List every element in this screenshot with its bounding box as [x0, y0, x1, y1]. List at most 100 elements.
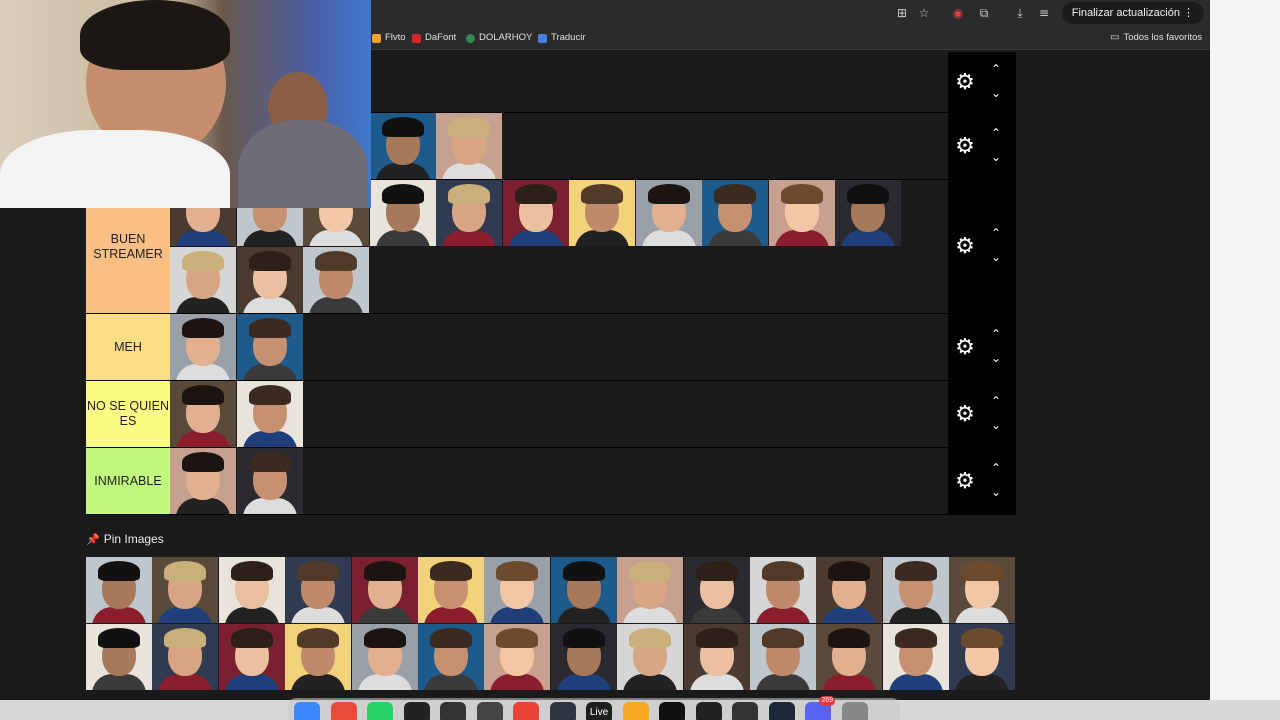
pin-image[interactable]	[949, 624, 1016, 690]
bookmark-dafont[interactable]: DaFont	[412, 31, 456, 45]
tier-item[interactable]	[170, 448, 236, 514]
pin-image[interactable]	[152, 624, 219, 690]
tier-item[interactable]	[369, 113, 436, 179]
download-icon[interactable]: ⤓	[1012, 5, 1028, 21]
move-up-icon[interactable]: ⌃	[988, 227, 1004, 239]
whatsapp-icon[interactable]	[367, 702, 393, 720]
pin-image[interactable]	[683, 557, 750, 623]
extensions-icon[interactable]: ⧉	[976, 5, 992, 21]
pin-image[interactable]	[750, 624, 816, 690]
move-down-icon[interactable]: ⌄	[988, 151, 1004, 163]
move-up-icon[interactable]: ⌃	[988, 462, 1004, 474]
translate-page-icon[interactable]: ⊞	[894, 5, 910, 21]
update-button[interactable]: Finalizar actualización ⋮	[1061, 2, 1204, 24]
pin-image[interactable]	[617, 624, 684, 690]
live-icon[interactable]: Live	[586, 702, 612, 720]
discord-icon[interactable]: 269	[805, 696, 835, 720]
chrome-icon[interactable]	[513, 702, 539, 720]
tier-item[interactable]	[369, 180, 436, 246]
move-down-icon[interactable]: ⌄	[988, 486, 1004, 498]
terminal-icon[interactable]	[732, 702, 758, 720]
gear-icon[interactable]: ⚙	[954, 470, 976, 493]
pin-image[interactable]	[86, 557, 152, 623]
fl-studio-icon[interactable]	[622, 702, 649, 720]
bookmark-dolarhoy[interactable]: DOLARHOY	[466, 31, 532, 45]
pin-image[interactable]	[484, 624, 551, 690]
gear-icon[interactable]: ⚙	[954, 135, 976, 158]
tier-item[interactable]	[303, 247, 369, 313]
gear-icon[interactable]: ⚙	[954, 236, 976, 258]
pin-image[interactable]	[882, 624, 949, 690]
obs-icon[interactable]	[549, 702, 576, 720]
pin-image[interactable]	[816, 557, 883, 623]
pin-image[interactable]	[550, 624, 617, 690]
finder-icon[interactable]	[294, 702, 320, 720]
move-down-icon[interactable]: ⌄	[988, 419, 1004, 431]
move-down-icon[interactable]: ⌄	[988, 352, 1004, 364]
tier-item[interactable]	[835, 180, 901, 246]
pin-image[interactable]	[882, 557, 949, 623]
tier-item[interactable]	[236, 247, 303, 313]
tier-item[interactable]	[236, 314, 303, 380]
pin-image[interactable]	[418, 557, 484, 623]
tile-hair	[762, 628, 804, 648]
move-up-icon[interactable]: ⌃	[988, 395, 1004, 407]
capcut-icon[interactable]	[403, 702, 430, 720]
tier-item[interactable]	[170, 247, 236, 313]
move-up-icon[interactable]: ⌃	[988, 328, 1004, 340]
trash-icon[interactable]	[841, 702, 868, 720]
move-up-icon[interactable]: ⌃	[988, 63, 1004, 75]
tier-label[interactable]: MEH	[86, 314, 170, 380]
tier-item[interactable]	[236, 448, 303, 514]
tier-item[interactable]	[170, 381, 236, 447]
bookmark-traducir[interactable]: Traducir	[538, 31, 586, 45]
tier-item[interactable]	[635, 180, 702, 246]
launchpad-icon[interactable]	[330, 702, 357, 720]
pin-image[interactable]	[285, 557, 352, 623]
tier-item[interactable]	[569, 180, 635, 246]
pin-image[interactable]	[152, 557, 219, 623]
pin-image[interactable]	[617, 557, 684, 623]
pin-image[interactable]	[750, 557, 816, 623]
waveform-icon[interactable]	[695, 702, 722, 720]
tier-item[interactable]	[768, 180, 835, 246]
move-down-icon[interactable]: ⌄	[988, 251, 1004, 263]
tier-item[interactable]	[502, 180, 569, 246]
tier-item[interactable]	[236, 381, 303, 447]
tier-item[interactable]	[170, 314, 236, 380]
pin-image[interactable]	[816, 624, 883, 690]
tier-label[interactable]: NO SE QUIEN ES	[86, 381, 170, 447]
mixer-icon[interactable]	[476, 702, 503, 720]
gear-icon[interactable]: ⚙	[954, 71, 976, 94]
steam-icon[interactable]	[768, 702, 795, 720]
bookmark-star-icon[interactable]: ☆	[916, 5, 932, 21]
pin-image[interactable]	[285, 624, 352, 690]
tier-item[interactable]	[436, 113, 502, 179]
pin-image[interactable]	[86, 624, 152, 690]
compass-icon[interactable]	[440, 702, 466, 720]
move-up-icon[interactable]: ⌃	[988, 127, 1004, 139]
tile-hair	[182, 452, 224, 472]
pin-image[interactable]	[418, 624, 484, 690]
pin-image[interactable]	[351, 557, 418, 623]
pin-image[interactable]	[218, 624, 285, 690]
tier-item[interactable]	[702, 180, 768, 246]
pin-image[interactable]	[218, 557, 285, 623]
pin-image[interactable]	[550, 557, 617, 623]
bookmark-flvto[interactable]: Flvto	[372, 31, 406, 45]
gear-icon[interactable]: ⚙	[954, 336, 976, 359]
pin-image[interactable]	[484, 557, 551, 623]
pin-image[interactable]	[351, 624, 418, 690]
tile-body	[623, 607, 678, 623]
more-menu-icon[interactable]: ⋮	[1183, 7, 1194, 19]
all-bookmarks[interactable]: ▭ Todos los favoritos	[1110, 31, 1202, 45]
pin-image[interactable]	[683, 624, 750, 690]
tidal-icon[interactable]	[659, 702, 685, 720]
gear-icon[interactable]: ⚙	[954, 403, 976, 426]
tier-item[interactable]	[436, 180, 502, 246]
record-icon[interactable]: ◉	[950, 5, 966, 21]
tier-label[interactable]: INMIRABLE	[86, 448, 170, 514]
reading-list-icon[interactable]: ≡	[1036, 5, 1052, 21]
move-down-icon[interactable]: ⌄	[988, 87, 1004, 99]
pin-image[interactable]	[949, 557, 1016, 623]
